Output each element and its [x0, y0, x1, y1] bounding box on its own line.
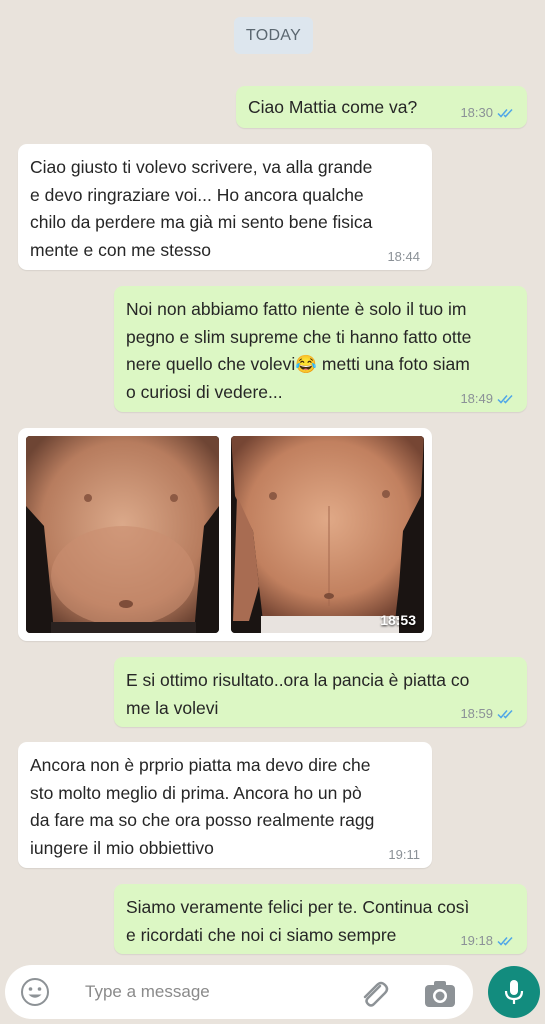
message-time: 18:59 — [460, 706, 493, 721]
message-incoming[interactable]: Ancora non è prprio piatta ma devo dire … — [18, 742, 432, 868]
message-time: 19:18 — [460, 933, 493, 948]
microphone-icon — [504, 980, 524, 1004]
double-check-icon — [497, 936, 513, 946]
message-meta: 19:11 — [388, 847, 420, 863]
message-meta: 18:44 — [387, 249, 420, 265]
mic-button[interactable] — [488, 966, 540, 1018]
message-outgoing[interactable]: Ciao Mattia come va? 18:30 — [236, 86, 527, 128]
message-text: Siamo veramente felici per te. Continua … — [126, 897, 470, 945]
message-outgoing[interactable]: Noi non abbiamo fatto niente è solo il t… — [114, 286, 527, 412]
double-check-icon — [497, 108, 513, 118]
message-time: 18:44 — [387, 249, 420, 264]
composer-bar — [5, 965, 473, 1019]
camera-icon[interactable] — [423, 979, 457, 1009]
composer-footer — [0, 960, 545, 1024]
day-separator: TODAY — [234, 17, 313, 54]
message-text: E si ottimo risultato..ora la pancia è p… — [126, 670, 470, 718]
message-incoming[interactable]: Ciao giusto ti volevo scrivere, va alla … — [18, 144, 432, 270]
chat-panel: TODAY Ciao Mattia come va? 18:30 Ciao gi… — [0, 0, 545, 960]
message-outgoing[interactable]: Siamo veramente felici per te. Continua … — [114, 884, 527, 954]
message-meta: 19:18 — [460, 933, 515, 949]
after-photo[interactable] — [231, 436, 424, 633]
message-time: 18:49 — [460, 391, 493, 406]
message-time: 19:11 — [388, 847, 420, 862]
message-outgoing[interactable]: E si ottimo risultato..ora la pancia è p… — [114, 657, 527, 727]
message-time: 18:30 — [460, 105, 493, 120]
message-incoming-photos[interactable]: 18:53 — [18, 428, 432, 641]
double-check-icon — [497, 709, 513, 719]
message-time: 18:53 — [380, 612, 416, 628]
paperclip-icon[interactable] — [357, 977, 391, 1011]
message-meta: 18:30 — [460, 105, 515, 121]
message-meta: 18:59 — [460, 706, 515, 722]
double-check-icon — [497, 394, 513, 404]
emoji-icon[interactable] — [19, 976, 51, 1008]
message-text: Ciao giusto ti volevo scrivere, va alla … — [30, 157, 373, 260]
message-input[interactable] — [85, 978, 335, 1006]
message-text: Ancora non è prprio piatta ma devo dire … — [30, 755, 375, 858]
message-meta: 18:49 — [460, 391, 515, 407]
before-photo[interactable] — [26, 436, 219, 633]
message-text: Noi non abbiamo fatto niente è solo il t… — [126, 299, 472, 402]
